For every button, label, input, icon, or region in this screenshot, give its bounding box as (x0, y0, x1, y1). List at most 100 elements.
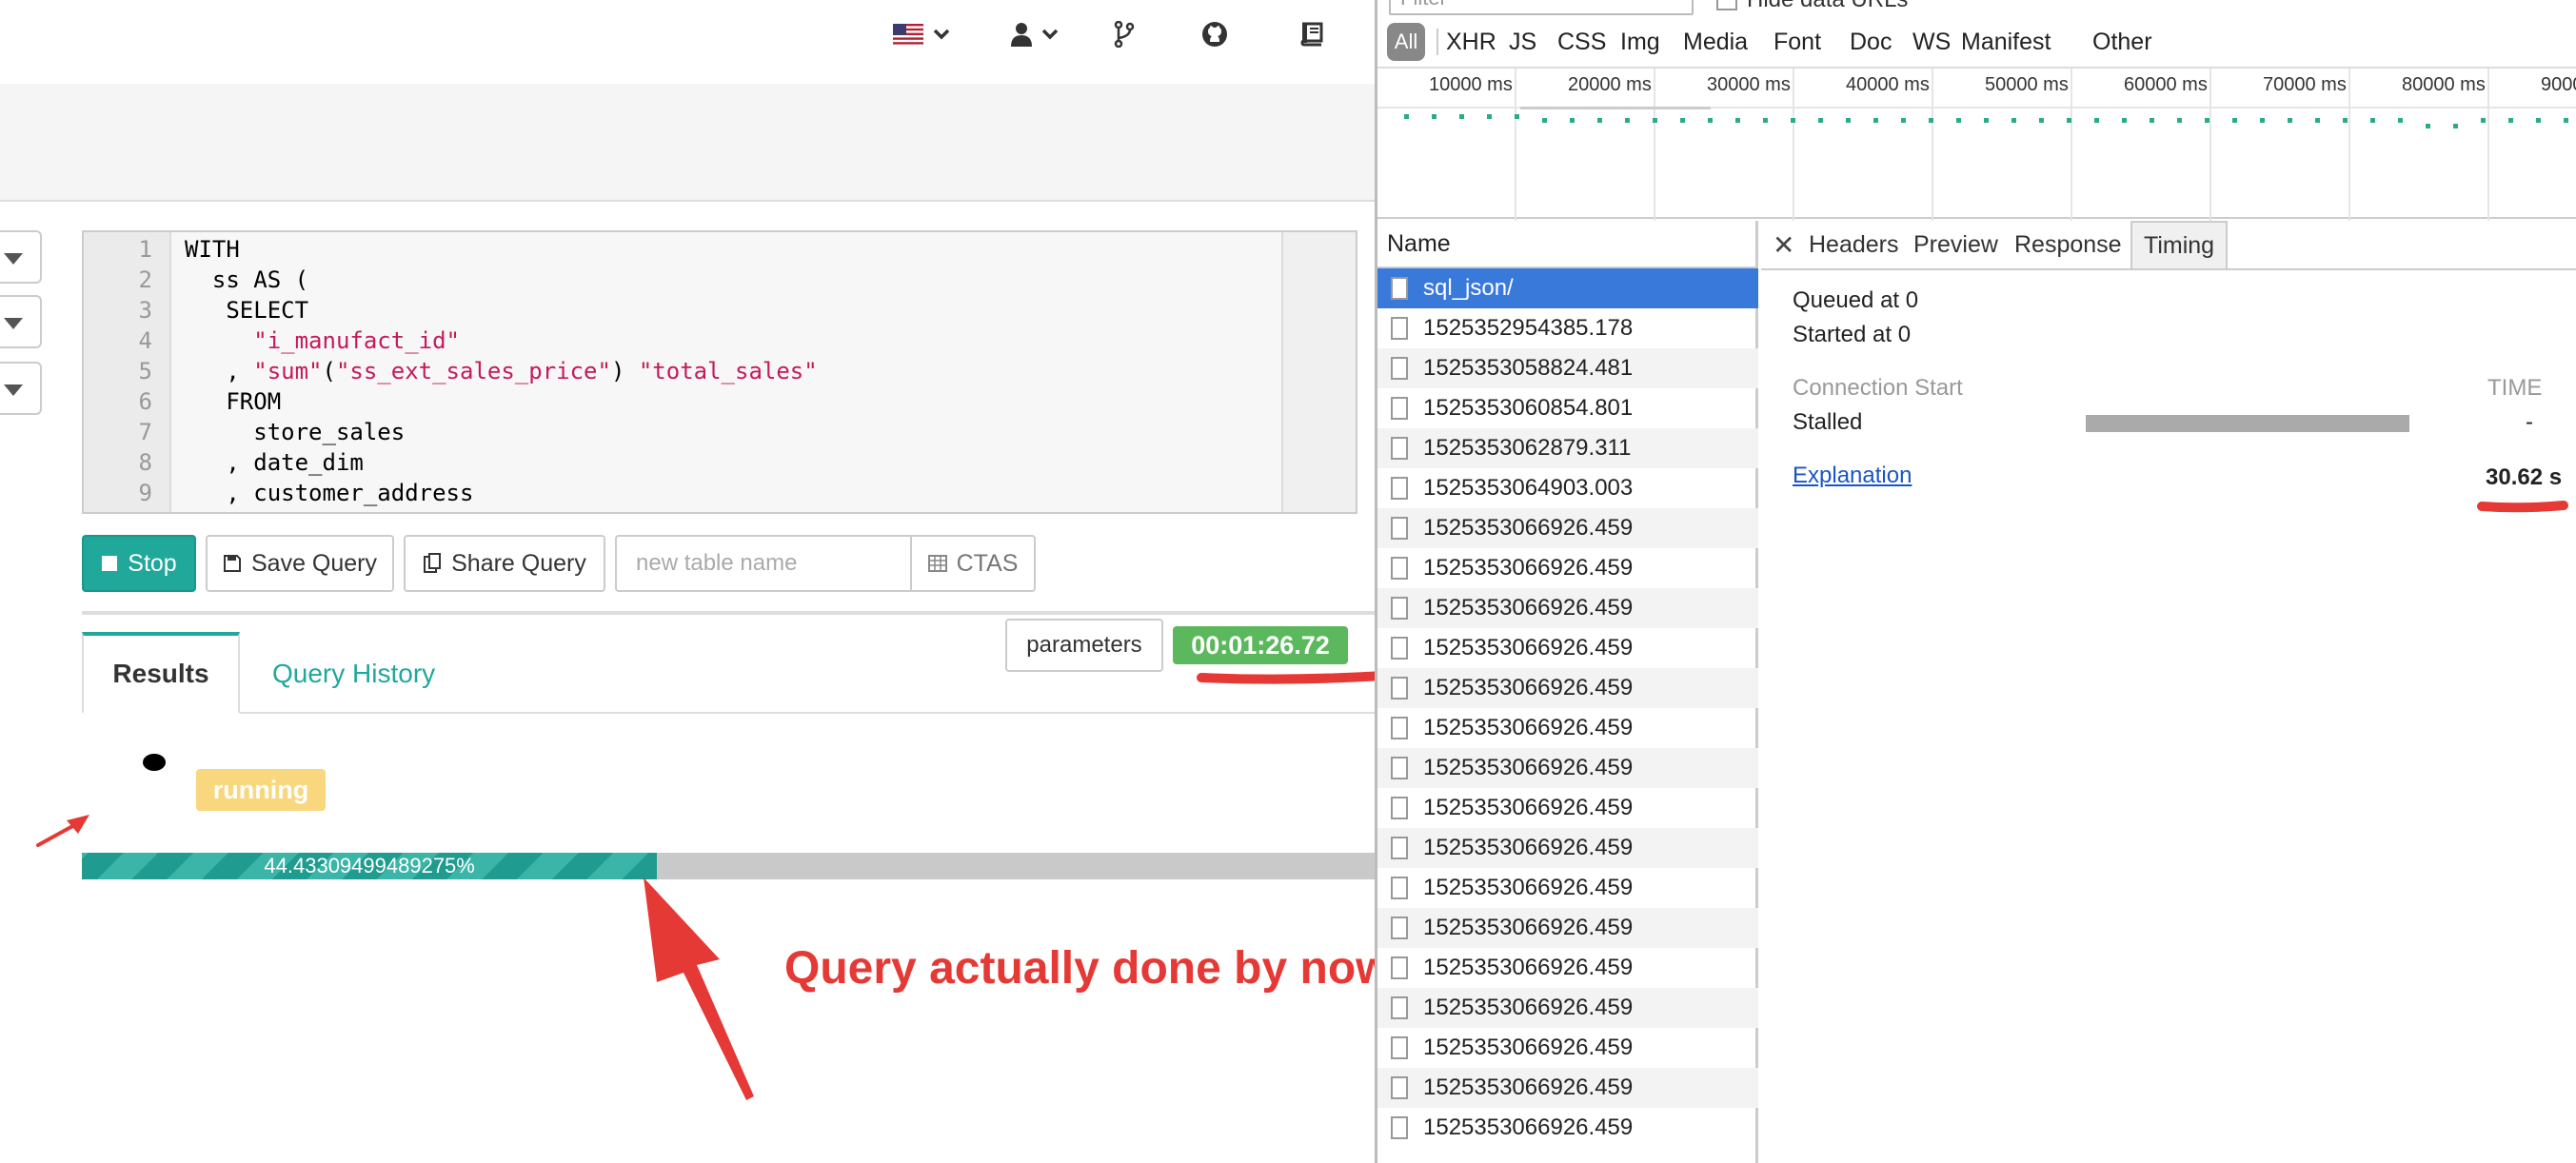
request-row[interactable]: 1525353066926.459 (1377, 788, 1758, 828)
network-timeline[interactable]: 10000 ms 20000 ms 30000 ms 40000 ms 50000 ms… (1377, 67, 2576, 221)
language-menu[interactable] (893, 15, 950, 53)
type-filter-xhr[interactable]: XHR (1446, 25, 1496, 59)
chevron-down-icon (1041, 29, 1059, 40)
request-name: 1525353066926.459 (1423, 635, 1634, 660)
started-at-text: Started at 0 (1793, 322, 1912, 347)
status-badge: running (196, 769, 326, 811)
request-row[interactable]: 1525353066926.459 (1377, 988, 1758, 1028)
request-row[interactable]: 1525353060854.801 (1377, 388, 1758, 428)
file-icon (1391, 437, 1408, 460)
tab-results-label: Results (112, 659, 209, 688)
docs-link[interactable] (1298, 15, 1325, 53)
request-row[interactable]: 1525353066926.459 (1377, 668, 1758, 708)
line-number: 4 (138, 327, 152, 354)
request-row[interactable]: 1525353066926.459 (1377, 948, 1758, 988)
type-filter-js[interactable]: JS (1509, 25, 1536, 59)
request-row[interactable]: 1525353066926.459 (1377, 868, 1758, 908)
timeline-request-mark (2398, 118, 2403, 123)
request-row[interactable]: 1525353066926.459 (1377, 588, 1758, 628)
timeline-request-mark (2177, 118, 2182, 123)
git-branch-link[interactable] (1114, 15, 1135, 53)
red-underline-annotation (1197, 671, 1375, 684)
timeline-tick-label: 80000 ms (2402, 74, 2486, 95)
code-text: store_sales (185, 419, 406, 445)
github-link[interactable] (1201, 15, 1228, 53)
timeline-request-mark (2343, 118, 2348, 123)
user-menu[interactable] (1011, 15, 1059, 53)
queued-at-text: Queued at 0 (1793, 287, 1919, 313)
sql-editor[interactable]: 1 2 3 4 5 6 7 8 9 WITH ss AS ( SELECT "i_manufac… (82, 230, 1357, 514)
checkbox-box[interactable] (1716, 0, 1737, 10)
request-name: 1525353066926.459 (1423, 555, 1634, 581)
save-query-label: Save Query (250, 549, 377, 577)
filter-input[interactable]: Filter (1389, 0, 1694, 15)
request-row[interactable]: 1525353066926.459 (1377, 748, 1758, 788)
type-filter-doc[interactable]: Doc (1850, 25, 1892, 59)
hide-data-urls-checkbox[interactable]: Hide data URLs (1716, 0, 1908, 13)
request-name: 1525353060854.801 (1423, 395, 1634, 421)
timeline-request-mark (1653, 118, 1657, 123)
schema-select[interactable] (0, 295, 42, 348)
tab-query-history[interactable]: Query History (272, 653, 435, 695)
type-filter-media[interactable]: Media (1683, 25, 1748, 59)
request-row[interactable]: 1525353064903.003 (1377, 468, 1758, 508)
request-row[interactable]: 1525353066926.459 (1377, 508, 1758, 548)
request-name: 1525353066926.459 (1423, 795, 1634, 820)
tab-response[interactable]: Response (2014, 221, 2122, 268)
close-icon[interactable]: ✕ (1773, 221, 1794, 268)
explanation-link[interactable]: Explanation (1793, 463, 1912, 489)
type-filter-css[interactable]: CSS (1557, 25, 1606, 59)
tab-timing[interactable]: Timing (2130, 221, 2229, 268)
type-filter-font[interactable]: Font (1773, 25, 1821, 59)
tab-headers[interactable]: Headers (1809, 221, 1899, 268)
request-row[interactable]: 1525353066926.459 (1377, 1108, 1758, 1148)
request-row[interactable]: 1525353066926.459 (1377, 908, 1758, 948)
name-column-header[interactable]: Name (1377, 221, 1758, 268)
file-icon (1391, 1036, 1408, 1059)
table-select[interactable] (0, 362, 42, 415)
request-name: 1525353066926.459 (1423, 1114, 1634, 1140)
ctas-button[interactable]: CTAS (910, 535, 1036, 592)
tab-query-history-label: Query History (272, 659, 436, 688)
timeline-request-mark (2536, 118, 2541, 123)
request-row[interactable]: 1525353062879.311 (1377, 428, 1758, 468)
request-row[interactable]: 1525353066926.459 (1377, 828, 1758, 868)
request-row[interactable]: 1525353066926.459 (1377, 628, 1758, 668)
type-filter-manifest[interactable]: Manifest (1961, 25, 2051, 59)
request-row[interactable]: 1525353058824.481 (1377, 348, 1758, 388)
request-row[interactable]: 1525352954385.178 (1377, 308, 1758, 348)
timeline-request-mark (2232, 118, 2237, 123)
parameters-button[interactable]: parameters (1005, 619, 1163, 672)
request-row[interactable]: 1525353066926.459 (1377, 708, 1758, 748)
stop-button[interactable]: Stop (82, 535, 196, 592)
timeline-request-mark (2039, 118, 2044, 123)
database-select[interactable] (0, 230, 42, 284)
tab-results[interactable]: Results (82, 632, 240, 714)
share-query-button[interactable]: Share Query (404, 535, 605, 592)
type-filter-img[interactable]: Img (1620, 25, 1660, 59)
timeline-overview-line (1520, 107, 1711, 109)
new-table-name-input[interactable]: new table name (615, 535, 912, 592)
request-row[interactable]: 1525353066926.459 (1377, 548, 1758, 588)
code-line: ss AS ( (185, 265, 308, 295)
request-row[interactable]: sql_json/ (1377, 268, 1758, 308)
type-filter-other[interactable]: Other (2092, 25, 2152, 59)
share-query-label: Share Query (451, 549, 586, 577)
tab-preview[interactable]: Preview (1913, 221, 1998, 268)
type-filter-all[interactable]: All (1387, 23, 1425, 61)
type-filter-ws[interactable]: WS (1912, 25, 1951, 59)
caret-down-icon (4, 318, 23, 329)
editor-results-divider[interactable] (82, 611, 1375, 615)
sql-lab-app: 1 2 3 4 5 6 7 8 9 WITH ss AS ( SELECT "i_manufac… (0, 0, 1375, 1163)
request-name: 1525353066926.459 (1423, 1074, 1634, 1100)
code-line: , "sum"("ss_ext_sales_price") "total_sal… (185, 356, 817, 386)
request-name: 1525352954385.178 (1423, 315, 1634, 341)
request-row[interactable]: 1525353066926.459 (1377, 1068, 1758, 1108)
us-flag-icon (893, 24, 923, 45)
request-row[interactable]: 1525353066926.459 (1377, 1028, 1758, 1068)
timeline-request-mark (2260, 118, 2265, 123)
editor-scrollbar[interactable] (1281, 232, 1356, 512)
save-query-button[interactable]: Save Query (206, 535, 394, 592)
timeline-request-mark (1487, 114, 1492, 119)
header-band (0, 84, 1375, 202)
